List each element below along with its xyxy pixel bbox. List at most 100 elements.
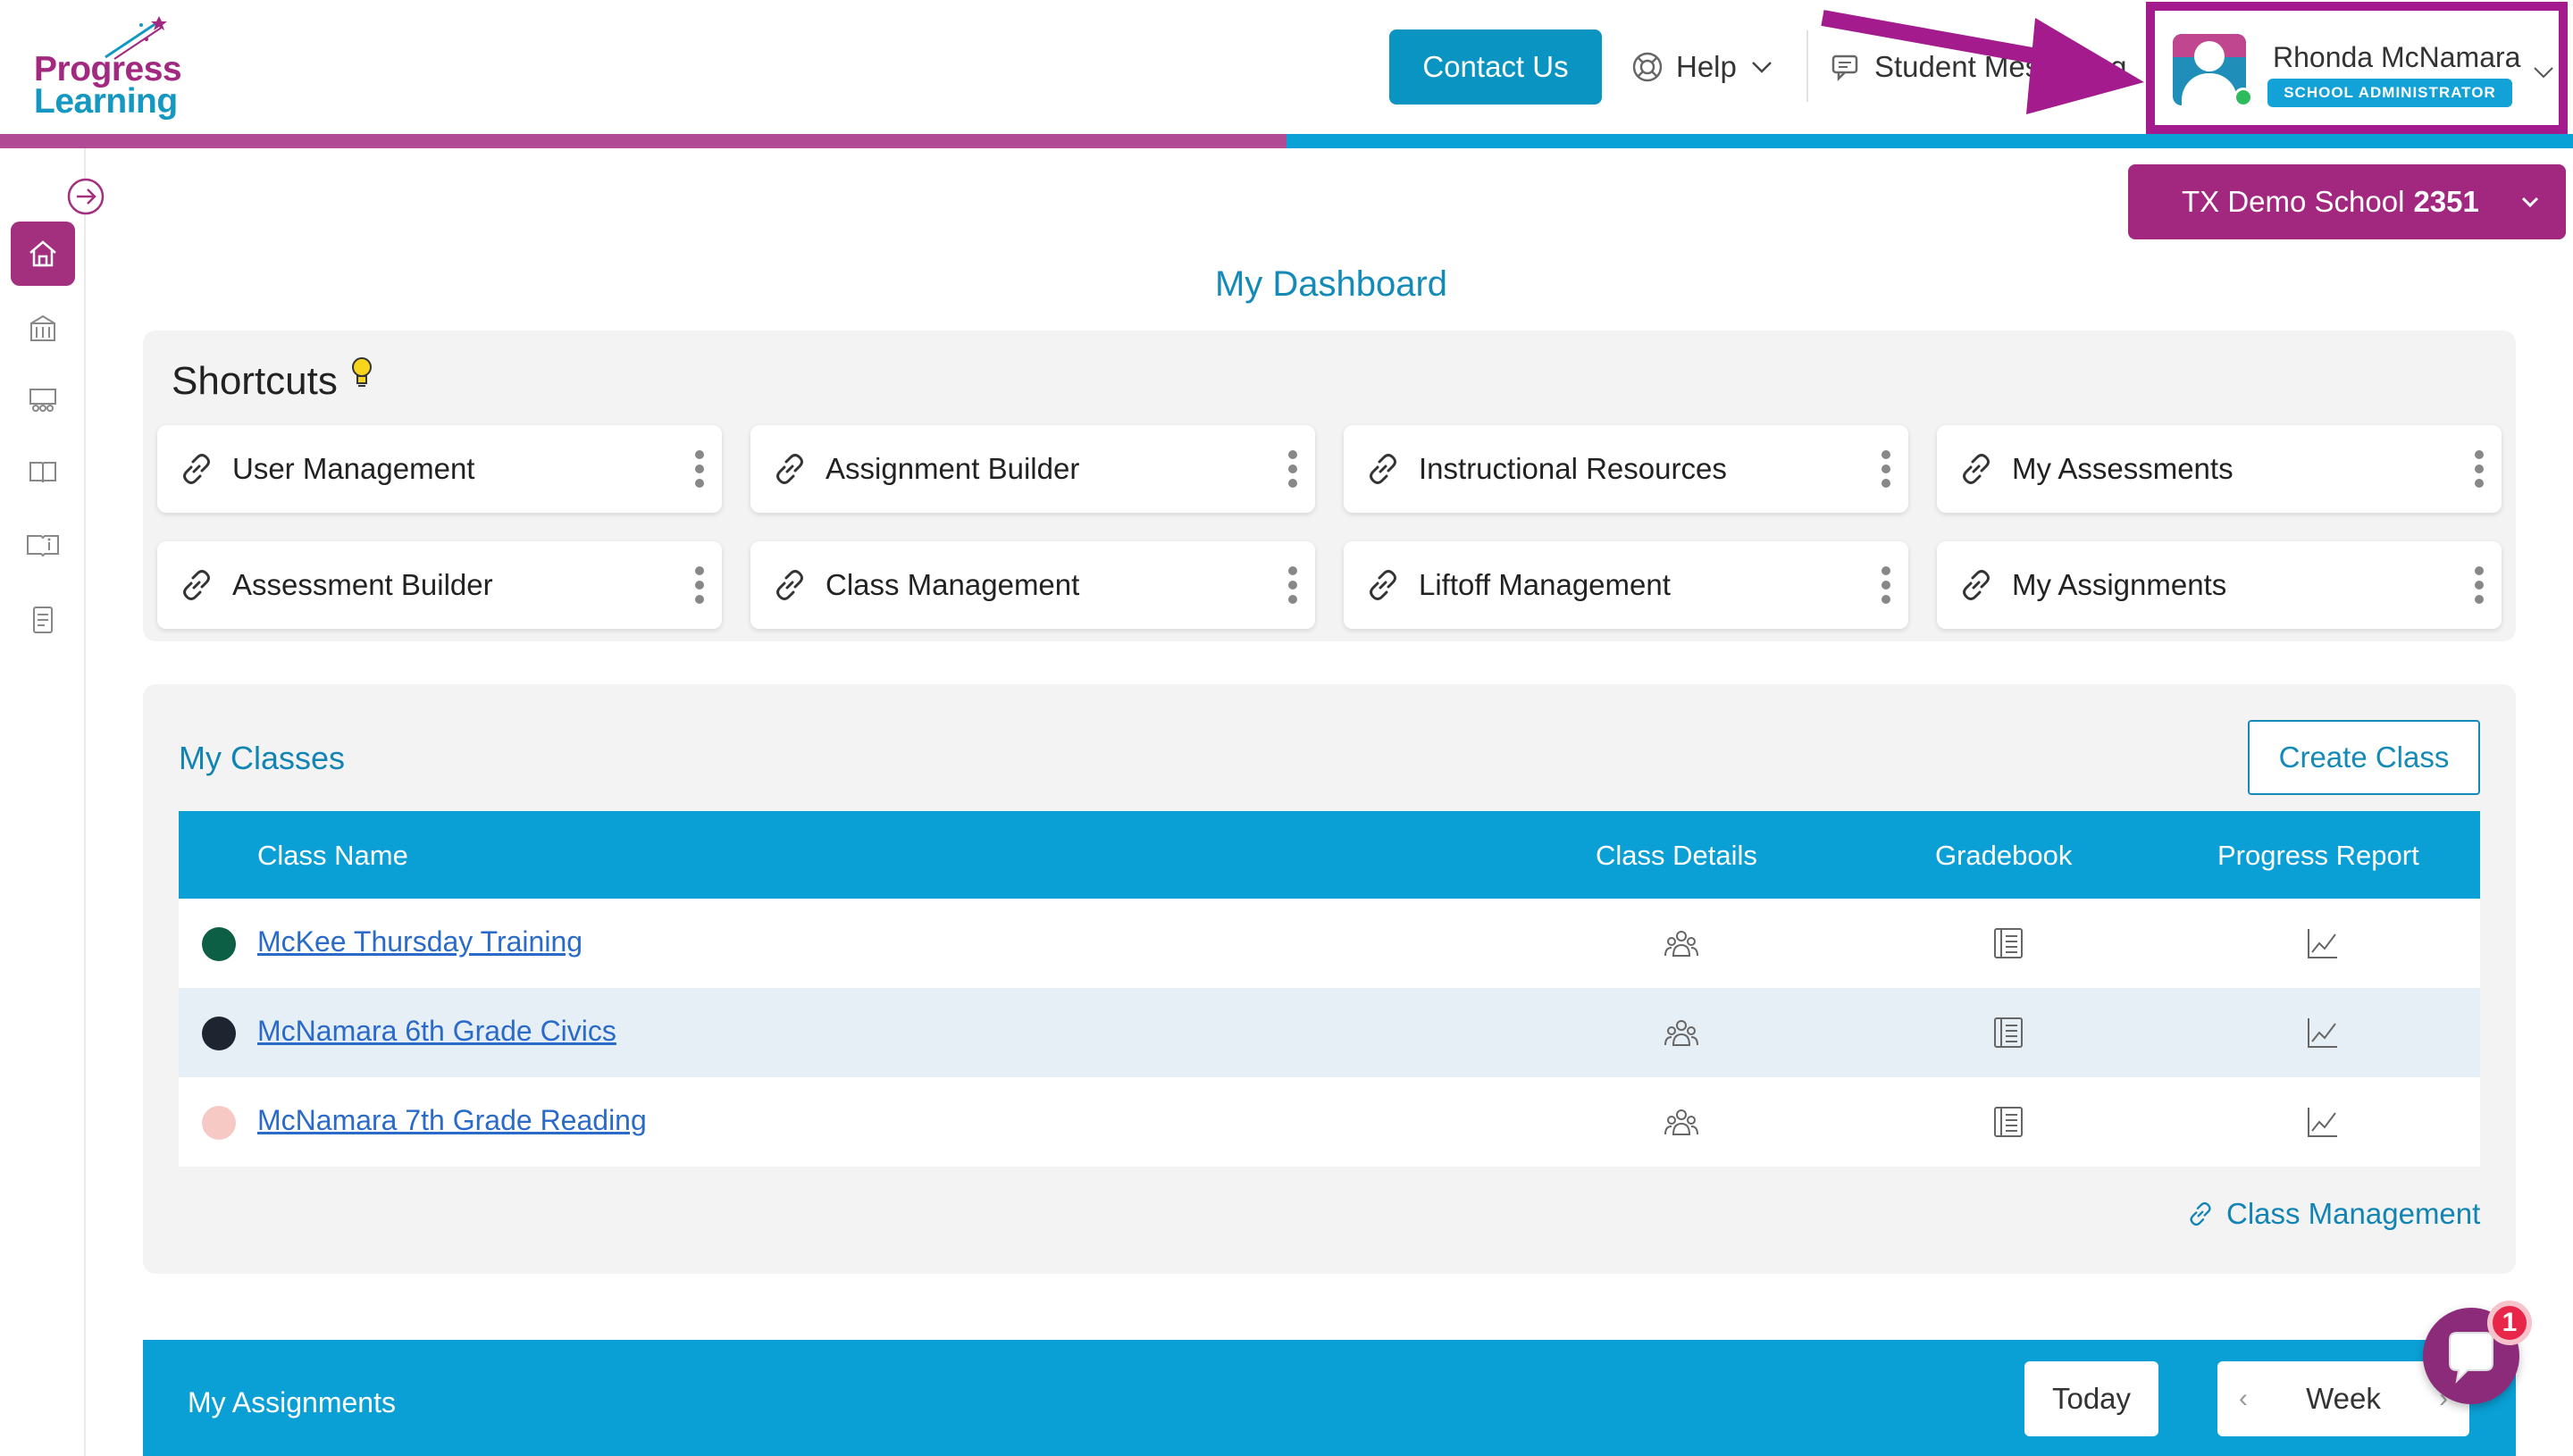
table-row: McKee Thursday Training (179, 899, 2480, 988)
chat-icon (1831, 54, 1858, 82)
progress-report-icon[interactable] (2305, 1015, 2341, 1050)
kebab-menu-icon[interactable] (2473, 565, 2485, 606)
header-accent-bar-blue (1286, 134, 2573, 148)
shortcut-liftoff-management[interactable]: Liftoff Management (1344, 541, 1908, 629)
column-class-name[interactable]: Class Name (257, 840, 408, 872)
sidebar-item-reports[interactable] (11, 588, 75, 652)
page-title: My Dashboard (1214, 264, 1448, 304)
my-classes-title: My Classes (179, 740, 346, 776)
school-building-icon (30, 314, 55, 341)
create-class-button[interactable]: Create Class (2248, 720, 2480, 795)
logo-text-learning: Learning (34, 82, 178, 121)
gradebook-icon[interactable] (1991, 1104, 2026, 1140)
shortcut-my-assignments[interactable]: My Assignments (1937, 541, 2502, 629)
previous-week-button[interactable]: ‹ (2239, 1384, 2248, 1414)
kebab-menu-icon[interactable] (1880, 448, 1892, 490)
column-progress-report: Progress Report (2217, 840, 2419, 871)
progress-learning-logo[interactable]: Progress Learning (34, 16, 195, 123)
sidebar-item-resources[interactable] (11, 439, 75, 504)
class-name-link[interactable]: McNamara 7th Grade Reading (257, 1104, 647, 1137)
table-row: McNamara 7th Grade Reading (179, 1077, 2480, 1167)
shortcut-instructional-resources[interactable]: Instructional Resources (1344, 425, 1908, 513)
link-icon (183, 570, 210, 600)
sidebar-item-school[interactable] (11, 297, 75, 361)
my-assignments-panel: My Assignments Today ‹ Week › (143, 1340, 2516, 1456)
kebab-menu-icon[interactable] (1286, 448, 1299, 490)
link-icon (1963, 454, 1990, 484)
chevron-down-icon (2521, 197, 2539, 208)
kebab-menu-icon[interactable] (1286, 565, 1299, 606)
shortcut-assignment-builder[interactable]: Assignment Builder (750, 425, 1315, 513)
class-details-icon[interactable] (1664, 1015, 1699, 1050)
class-management-link[interactable]: Class Management (2185, 1197, 2480, 1231)
link-icon (776, 570, 803, 600)
shortcut-label: Class Management (826, 568, 1080, 601)
shortcut-label: Assignment Builder (826, 452, 1080, 485)
classroom-icon (29, 389, 56, 412)
kebab-menu-icon[interactable] (693, 565, 706, 606)
my-classes-panel: My Classes Create Class Class Name Class… (143, 684, 2516, 1274)
my-assignments-title: My Assignments (188, 1386, 396, 1418)
help-label: Help (1676, 50, 1737, 83)
online-status-indicator (2234, 88, 2253, 107)
shortcut-assessment-builder[interactable]: Assessment Builder (157, 541, 722, 629)
class-name-link[interactable]: McNamara 6th Grade Civics (257, 1015, 616, 1048)
shortcut-label: Liftoff Management (1419, 568, 1671, 601)
user-profile-menu[interactable]: Rhonda McNamara SCHOOL ADMINISTRATOR (2146, 2, 2568, 134)
kebab-menu-icon[interactable] (2473, 448, 2485, 490)
shortcut-label: Instructional Resources (1419, 452, 1727, 485)
header-divider (1806, 30, 1808, 102)
column-gradebook: Gradebook (1935, 840, 2073, 871)
shortcut-my-assessments[interactable]: My Assessments (1937, 425, 2502, 513)
school-selector[interactable]: TX Demo School 2351 (2128, 164, 2566, 239)
week-label: Week (2306, 1382, 2381, 1415)
header-accent-bar-purple (0, 134, 1286, 148)
chevron-down-icon (1751, 62, 1772, 73)
class-color-dot (202, 1106, 236, 1140)
gradebook-icon[interactable] (1991, 925, 2026, 961)
class-name-link[interactable]: McKee Thursday Training (257, 925, 582, 958)
progress-report-icon[interactable] (2305, 925, 2341, 961)
help-menu[interactable]: Help (1631, 46, 1774, 88)
chat-notification-badge: 1 (2487, 1301, 2532, 1345)
link-icon (1370, 454, 1396, 484)
student-messaging-link[interactable]: Student Messaging (1830, 46, 2151, 88)
open-book-icon (29, 462, 56, 483)
class-management-label: Class Management (2226, 1197, 2481, 1230)
info-book-icon (27, 535, 59, 557)
school-number: 2351 (2413, 185, 2479, 218)
shortcut-class-management[interactable]: Class Management (750, 541, 1315, 629)
sidebar-item-classes[interactable] (11, 368, 75, 432)
student-messaging-label: Student Messaging (1874, 50, 2127, 83)
link-icon (1963, 570, 1990, 600)
gradebook-icon[interactable] (1991, 1015, 2026, 1050)
sidebar-item-library[interactable] (11, 513, 75, 577)
shortcut-label: My Assignments (2012, 568, 2227, 601)
home-icon (29, 240, 56, 267)
progress-report-icon[interactable] (2305, 1104, 2341, 1140)
user-role-badge: SCHOOL ADMINISTRATOR (2267, 79, 2512, 107)
kebab-menu-icon[interactable] (1880, 565, 1892, 606)
today-button[interactable]: Today (2024, 1361, 2158, 1436)
kebab-menu-icon[interactable] (693, 448, 706, 490)
class-color-dot (202, 1017, 236, 1050)
shortcut-user-management[interactable]: User Management (157, 425, 722, 513)
lightbulb-icon (351, 357, 372, 387)
chevron-down-icon (2534, 67, 2553, 79)
left-sidebar (0, 148, 86, 1456)
contact-us-button[interactable]: Contact Us (1389, 29, 1602, 105)
user-name: Rhonda McNamara (2273, 41, 2521, 73)
shortcuts-heading: Shortcuts (172, 357, 375, 404)
sidebar-item-home[interactable] (11, 222, 75, 286)
table-row: McNamara 6th Grade Civics (179, 988, 2480, 1077)
link-icon (183, 454, 210, 484)
report-icon (33, 607, 53, 633)
class-color-dot (202, 927, 236, 961)
top-header: Progress Learning Contact Us Help Studen… (0, 0, 2573, 134)
class-details-icon[interactable] (1664, 925, 1699, 961)
shortcut-label: User Management (232, 452, 475, 485)
class-details-icon[interactable] (1664, 1104, 1699, 1140)
school-name-prefix: TX Demo School (2182, 185, 2405, 218)
sidebar-expand-icon[interactable] (66, 177, 105, 216)
shortcut-label: Assessment Builder (232, 568, 493, 601)
